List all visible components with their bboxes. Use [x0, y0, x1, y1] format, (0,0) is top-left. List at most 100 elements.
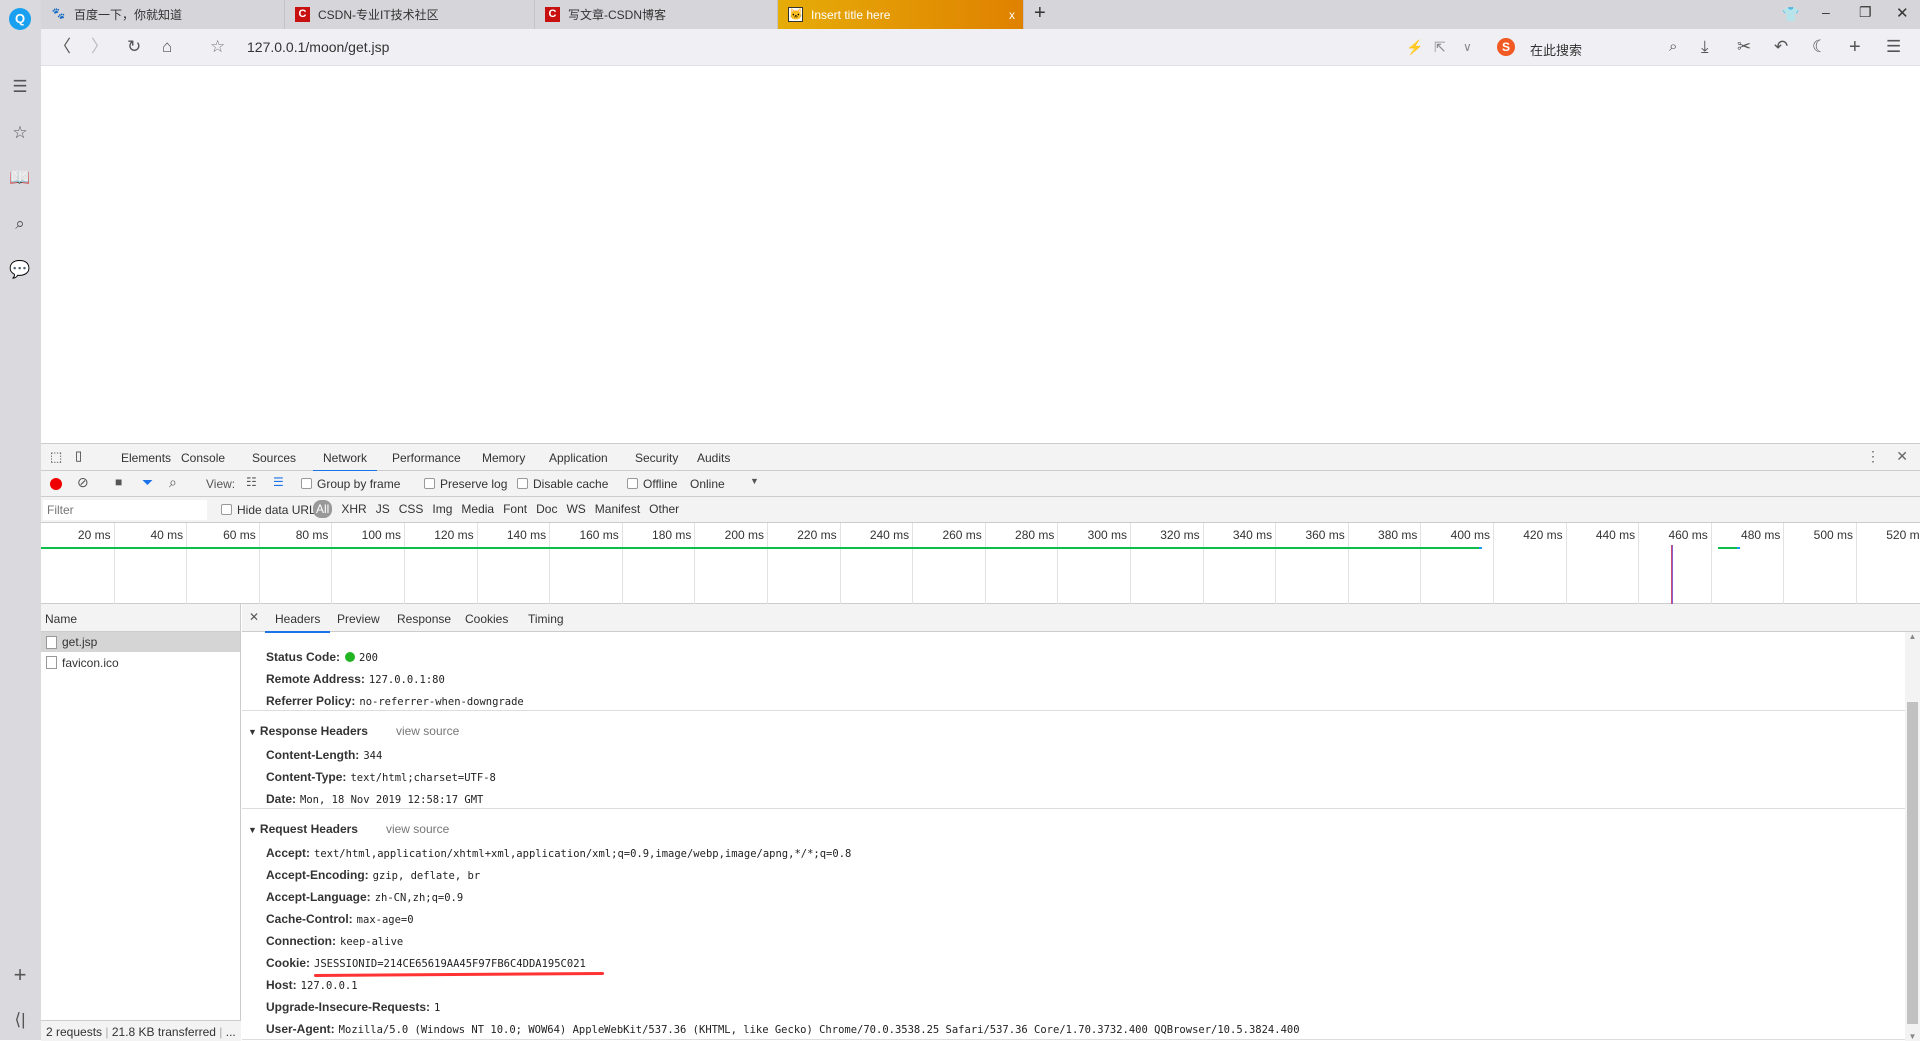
header-value[interactable]: text/html,application/xhtml+xml,applicat… [314, 848, 851, 860]
header-row: Status Code: 200 [266, 650, 378, 664]
header-name: Accept-Encoding: [266, 868, 369, 882]
tab-title: Insert title here [811, 7, 891, 22]
chat-icon[interactable]: 💬 [8, 258, 32, 282]
header-row: Connection: keep-alive [266, 934, 403, 948]
header-name: Date: [266, 792, 297, 806]
tab-title: 百度一下，你就知道 [74, 8, 183, 22]
section-toggle[interactable]: ▼ Response Headers view source [248, 724, 459, 738]
page-content [41, 66, 1920, 443]
header-name: Accept: [266, 846, 311, 860]
divider [242, 808, 1905, 809]
restore-icon[interactable]: ❐ [1859, 4, 1872, 21]
header-row: Remote Address: 127.0.0.1:80 [266, 672, 445, 686]
tab-title: 写文章-CSDN博客 [568, 8, 666, 22]
header-value[interactable]: 127.0.0.1:80 [369, 674, 445, 686]
tab-csdn[interactable]: C CSDN-专业IT技术社区 [285, 0, 535, 29]
header-name: Cache-Control: [266, 912, 353, 926]
header-value[interactable]: text/html;charset=UTF-8 [350, 772, 495, 784]
devtools: ⬚ ▯ Elements Console Sources Network Perform… [41, 443, 1920, 1041]
tomcat-icon: 🐱 [788, 7, 803, 22]
tab-csdn-write[interactable]: C 写文章-CSDN博客 [535, 0, 778, 29]
lightning-icon[interactable]: ⚡ [1406, 37, 1423, 57]
tab-title: CSDN-专业IT技术社区 [318, 8, 439, 22]
header-row: Upgrade-Insecure-Requests: 1 [266, 1000, 440, 1014]
header-value[interactable]: JSESSIONID=214CE65619AA45F97FB6C4DDA195C… [314, 958, 586, 970]
header-value[interactable]: zh-CN,zh;q=0.9 [375, 892, 464, 904]
share-icon[interactable]: ⇱ [1434, 37, 1446, 57]
add-icon[interactable]: + [1849, 37, 1861, 57]
divider [242, 710, 1905, 711]
header-row: Host: 127.0.0.1 [266, 978, 358, 992]
minimize-icon[interactable]: – [1822, 4, 1830, 20]
qq-browser-logo-icon[interactable]: Q [9, 8, 31, 30]
header-row: Accept: text/html,application/xhtml+xml,a… [266, 846, 851, 860]
undo-icon[interactable]: ↶ [1774, 37, 1788, 57]
header-value[interactable]: 200 [359, 652, 378, 664]
header-value[interactable]: 127.0.0.1 [301, 980, 358, 992]
reload-icon[interactable]: ↻ [127, 37, 141, 57]
tab-insert-title[interactable]: 🐱 Insert title here x [778, 0, 1024, 29]
header-name: Cookie: [266, 956, 311, 970]
close-window-icon[interactable]: ✕ [1896, 4, 1909, 22]
red-underline-annotation [313, 971, 605, 978]
section-toggle[interactable]: ▼ Request Headers view source [248, 822, 449, 836]
tab-bar: 🐾 百度一下，你就知道 C CSDN-专业IT技术社区 C 写文章-CSDN博客… [41, 0, 1920, 29]
header-value[interactable]: keep-alive [340, 936, 403, 948]
baidu-paw-icon: 🐾 [51, 8, 66, 20]
star-icon[interactable]: ☆ [8, 121, 32, 145]
news-list-icon[interactable]: ☰ [8, 75, 32, 99]
home-icon[interactable]: ⌂ [162, 37, 172, 57]
night-mode-icon[interactable]: ☾ [1812, 37, 1827, 57]
new-tab-button[interactable]: + [1034, 2, 1046, 25]
header-name: Content-Length: [266, 748, 360, 762]
view-source-link[interactable]: view source [396, 724, 459, 738]
section-title: Request Headers [259, 822, 358, 836]
header-name: Referrer Policy: [266, 694, 356, 708]
header-name: Upgrade-Insecure-Requests: [266, 1000, 431, 1014]
header-value[interactable]: 1 [434, 1002, 440, 1014]
header-value[interactable]: 344 [363, 750, 382, 762]
download-icon[interactable]: ⤓ [1701, 37, 1709, 57]
view-source-link[interactable]: view source [386, 822, 449, 836]
csdn-icon: C [295, 7, 310, 22]
header-row: Accept-Language: zh-CN,zh;q=0.9 [266, 890, 463, 904]
header-row: User-Agent: Mozilla/5.0 (Windows NT 10.0;… [266, 1022, 1300, 1036]
sogou-search-icon[interactable]: S [1497, 38, 1515, 56]
scrollbar-thumb[interactable] [1907, 702, 1918, 1024]
section-title: Response Headers [259, 724, 368, 738]
header-name: Content-Type: [266, 770, 347, 784]
header-row: Content-Type: text/html;charset=UTF-8 [266, 770, 496, 784]
chevron-down-icon[interactable]: ∨ [1463, 37, 1472, 57]
headers-view: Status Code: 200 Remote Address: 127.0.0.1:… [0, 444, 1920, 1041]
search-icon[interactable]: ⌕ [1669, 37, 1677, 57]
header-name: Status Code: [266, 650, 341, 664]
triangle-down-icon: ▼ [248, 825, 257, 835]
scissors-icon[interactable]: ✂ [1737, 37, 1751, 57]
header-row: Cookie: JSESSIONID=214CE65619AA45F97FB6C4… [266, 956, 605, 978]
status-ok-icon [345, 652, 356, 662]
address-bar[interactable]: 127.0.0.1/moon/get.jsp [247, 39, 389, 55]
header-value[interactable]: gzip, deflate, br [373, 870, 480, 882]
search-icon[interactable]: ⌕ [8, 212, 32, 236]
back-icon[interactable]: 〈 [54, 37, 71, 57]
book-icon[interactable]: 📖 [8, 166, 32, 190]
header-value[interactable]: max-age=0 [357, 914, 414, 926]
triangle-down-icon: ▼ [248, 727, 257, 737]
header-name: Remote Address: [266, 672, 365, 686]
scrollbar[interactable]: ▲ ▼ [1905, 632, 1920, 1041]
header-row: Date: Mon, 18 Nov 2019 12:58:17 GMT [266, 792, 483, 806]
scroll-up-icon[interactable]: ▲ [1905, 632, 1920, 641]
tab-baidu[interactable]: 🐾 百度一下，你就知道 [41, 0, 285, 29]
header-value[interactable]: Mon, 18 Nov 2019 12:58:17 GMT [300, 794, 483, 806]
close-tab-icon[interactable]: x [1009, 8, 1015, 22]
header-value[interactable]: Mozilla/5.0 (Windows NT 10.0; WOW64) App… [339, 1024, 1300, 1036]
forward-icon[interactable]: 〉 [91, 37, 108, 57]
header-value[interactable]: no-referrer-when-downgrade [359, 696, 523, 708]
header-row: Cache-Control: max-age=0 [266, 912, 414, 926]
search-input[interactable]: 在此搜索 [1530, 40, 1582, 59]
header-name: User-Agent: [266, 1022, 335, 1036]
bookmark-star-icon[interactable]: ☆ [210, 37, 225, 57]
menu-icon[interactable]: ☰ [1886, 37, 1901, 57]
skin-icon[interactable]: 👕 [1782, 6, 1799, 23]
header-name: Connection: [266, 934, 336, 948]
